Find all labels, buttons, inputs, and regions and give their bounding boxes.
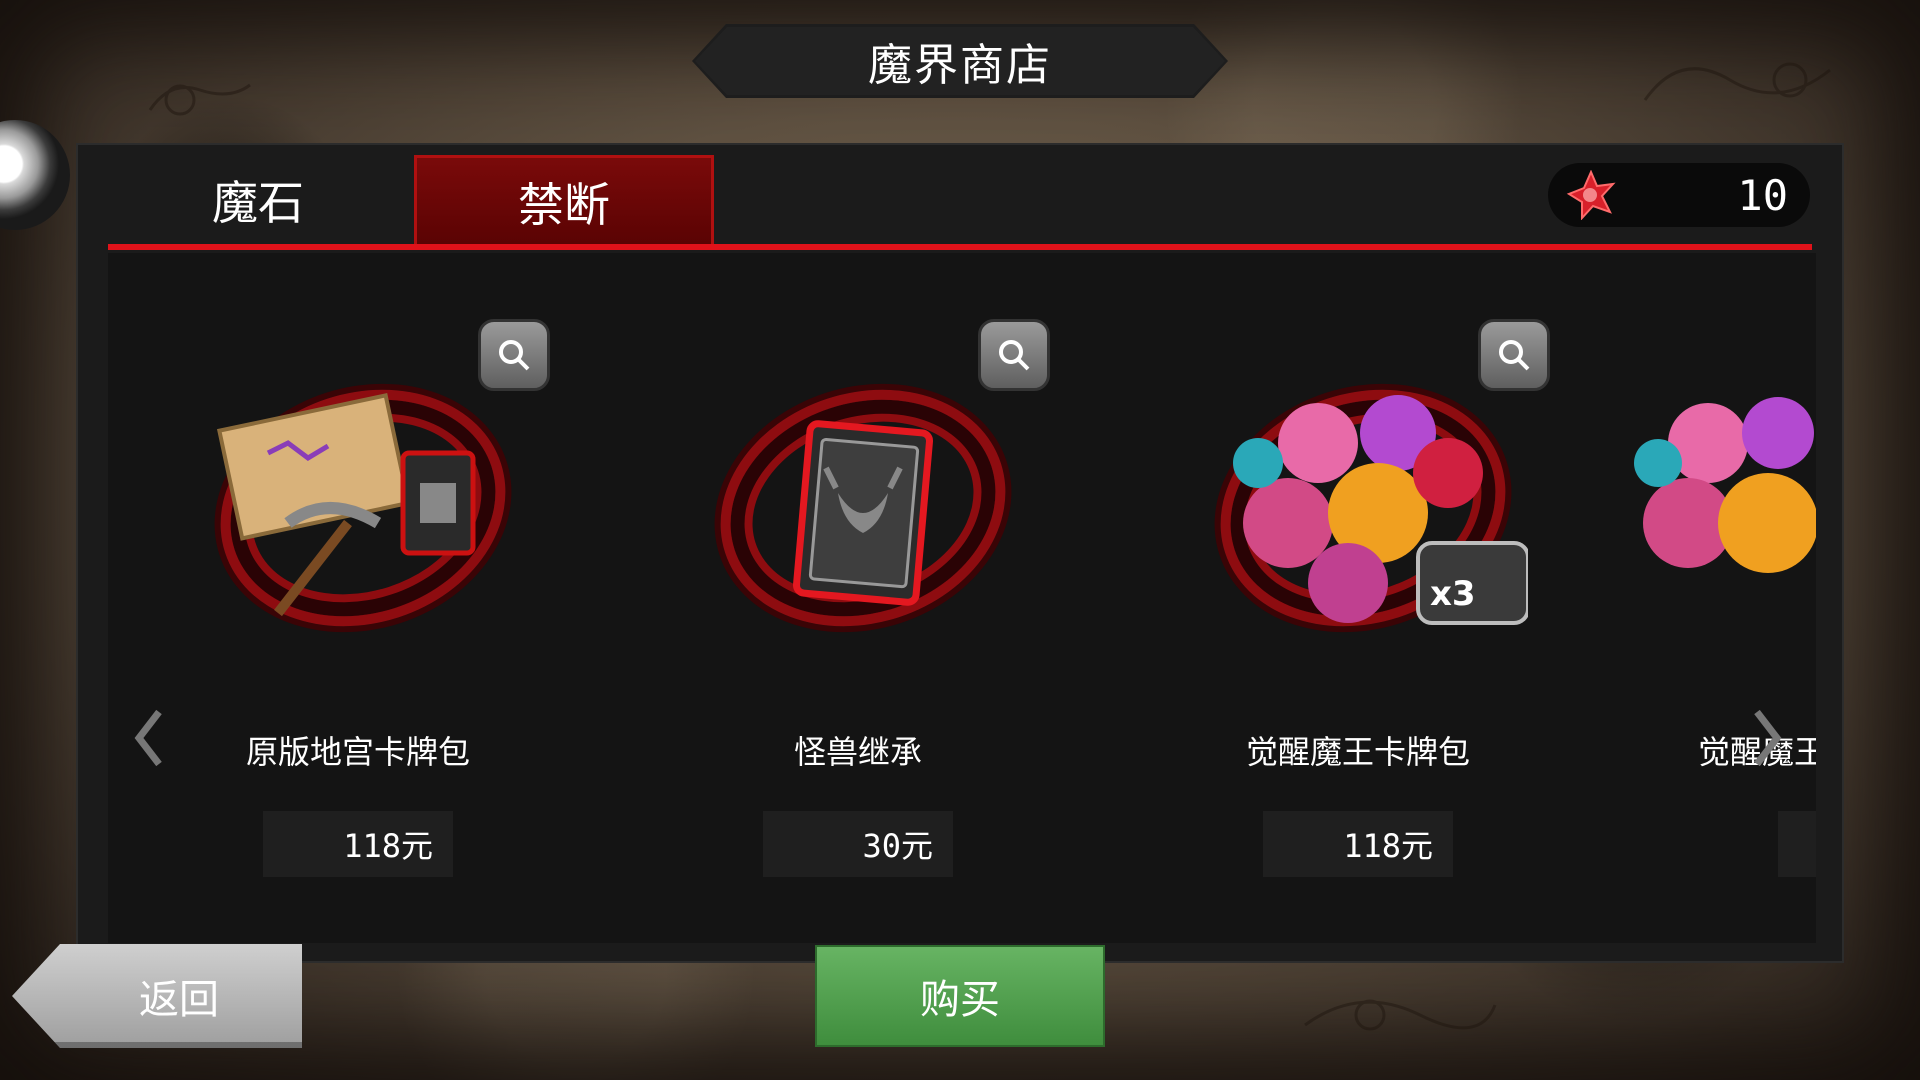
skull-doodle-icon [1304, 999, 1497, 1031]
zoom-button[interactable] [1478, 319, 1550, 391]
demon-card-icon [792, 420, 934, 606]
product-name: 原版地宫卡牌包 [245, 733, 470, 771]
scribble-doodle-icon [1643, 62, 1831, 101]
product-carousel: 原版地宫卡牌包 118元 怪兽继承 30元 x3 觉醒魔王卡牌包 118元 觉醒… [108, 253, 1816, 943]
currency-value: 10 [1737, 170, 1788, 220]
tab-label: 禁断 [518, 177, 610, 232]
tab-label: 魔石 [212, 176, 304, 230]
scroll-pickaxe-card-icon [216, 393, 476, 617]
price-tag [1778, 811, 1816, 877]
red-gem-icon [1566, 170, 1616, 220]
shop-panel: 魔石 禁断 10 原版地宫卡牌包 118元 怪兽继承 30元 x3 觉醒魔王卡牌… [76, 143, 1844, 963]
quantity-badge-text: x3 [1430, 574, 1476, 614]
chevron-right-icon[interactable] [1748, 693, 1788, 783]
back-button-label: 返回 [139, 977, 219, 1023]
product-image [689, 353, 1037, 663]
magnifier-icon [499, 340, 530, 371]
currency-display: 10 [1548, 163, 1810, 227]
demon-lords-art-icon [1634, 397, 1816, 573]
product-name: 怪兽继承 [793, 733, 922, 771]
buy-button-label: 购买 [920, 977, 1000, 1023]
tab-forbidden[interactable]: 禁断 [414, 155, 714, 245]
product-card[interactable]: 觉醒魔王 [1634, 253, 1816, 943]
price-tag: 118元 [263, 811, 453, 877]
page-title: 魔界商店 [868, 40, 1052, 91]
demon-lords-art-icon: x3 [1233, 395, 1528, 625]
magnifier-icon [999, 340, 1030, 371]
product-card[interactable]: x3 觉醒魔王卡牌包 118元 [1148, 253, 1568, 943]
price-tag: 118元 [1263, 811, 1453, 877]
tab-bar: 魔石 禁断 [108, 155, 714, 245]
product-card[interactable]: 原版地宫卡牌包 118元 [148, 253, 568, 943]
product-image: x3 [1189, 353, 1537, 663]
magnifier-icon [1499, 340, 1530, 371]
tab-underline [108, 244, 1812, 250]
product-name: 觉醒魔王卡牌包 [1245, 733, 1470, 771]
buy-button[interactable]: 购买 [815, 945, 1105, 1047]
product-image [1628, 353, 1816, 653]
price-tag: 30元 [763, 811, 953, 877]
zoom-button[interactable] [978, 319, 1050, 391]
zoom-button[interactable] [478, 319, 550, 391]
product-image [189, 353, 537, 663]
title-banner: 魔界商店 [692, 24, 1228, 98]
product-card[interactable]: 怪兽继承 30元 [648, 253, 1068, 943]
back-button[interactable]: 返回 [12, 944, 302, 1048]
skull-doodle-icon [148, 83, 251, 116]
tab-magic-stone[interactable]: 魔石 [108, 155, 408, 245]
chevron-left-icon[interactable] [128, 693, 168, 783]
